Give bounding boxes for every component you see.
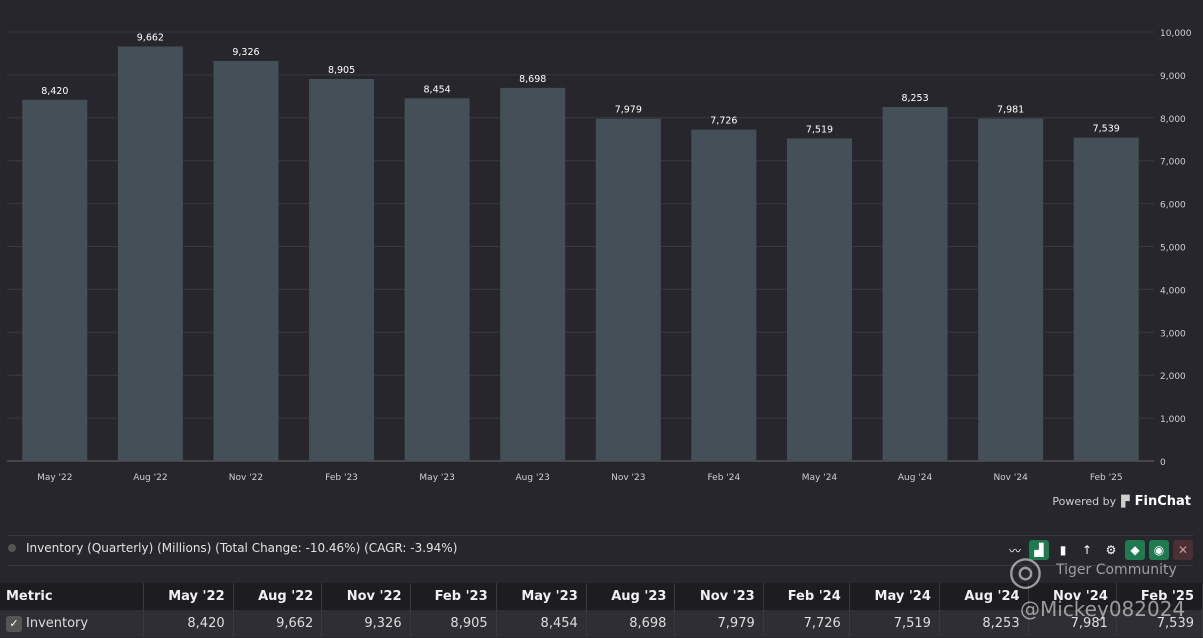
data-table: Metric May '22 Aug '22 Nov '22 Feb '23 May '… — [0, 583, 1203, 637]
column-header-metric: Metric — [0, 583, 144, 610]
bar — [691, 129, 757, 461]
bar-value-label: 8,698 — [519, 74, 546, 85]
x-tick-label: Nov '22 — [229, 473, 263, 483]
legend-label: Inventory (Quarterly) (Millions) (Total … — [26, 541, 458, 555]
table-cell: 7,519 — [849, 610, 940, 637]
close-icon[interactable]: ✕ — [1173, 540, 1193, 560]
x-tick-label: Aug '22 — [133, 473, 167, 483]
table-cell: 9,326 — [321, 610, 411, 637]
bar-value-label: 8,905 — [328, 65, 355, 76]
column-header[interactable]: Feb '24 — [763, 583, 850, 610]
y-tick-label: 10,000 — [1160, 29, 1192, 39]
table-cell: 8,698 — [586, 610, 676, 637]
column-header[interactable]: Aug '22 — [233, 583, 323, 610]
bar-value-label: 7,726 — [710, 116, 737, 127]
bar-value-label: 8,420 — [41, 86, 68, 97]
bar — [1073, 137, 1139, 461]
table-row: ✓ Inventory 8,420 9,662 9,326 8,905 8,454 8,69… — [0, 610, 1203, 637]
bar — [309, 78, 375, 462]
table-cell: 7,726 — [763, 610, 850, 637]
tag-icon[interactable]: ◆ — [1125, 540, 1145, 560]
bar — [500, 87, 566, 461]
bar-value-label: 7,519 — [806, 124, 833, 135]
divider — [8, 565, 1193, 566]
x-tick-label: Feb '23 — [325, 473, 358, 483]
bar — [117, 46, 183, 462]
x-tick-label: May '22 — [37, 473, 72, 483]
x-tick-label: Feb '24 — [708, 473, 741, 483]
powered-by-text: Powered by — [1052, 495, 1117, 508]
table-cell: 8,420 — [143, 610, 234, 637]
y-tick-label: 6,000 — [1160, 201, 1186, 211]
bar — [786, 138, 852, 461]
bar-value-label: 7,979 — [615, 105, 642, 116]
finchat-logo-icon: ▛ — [1121, 495, 1130, 508]
table-cell: 7,539 — [1116, 610, 1203, 637]
table-cell: 7,979 — [674, 610, 764, 637]
bar-value-label: 7,981 — [997, 105, 1024, 116]
bar-value-label: 9,326 — [232, 47, 259, 58]
bar — [22, 99, 88, 462]
y-tick-label: 1,000 — [1160, 415, 1186, 425]
bar-value-label: 8,454 — [424, 84, 451, 95]
y-tick-label: 7,000 — [1160, 158, 1186, 168]
y-tick-label: 2,000 — [1160, 372, 1186, 382]
y-tick-label: 4,000 — [1160, 286, 1186, 296]
powered-by[interactable]: Powered by ▛ FinChat — [1052, 494, 1191, 509]
bar — [978, 118, 1044, 461]
column-header[interactable]: May '23 — [496, 583, 587, 610]
table-cell: 9,662 — [233, 610, 323, 637]
column-header[interactable]: Nov '23 — [674, 583, 764, 610]
x-tick-label: Nov '24 — [993, 473, 1028, 483]
column-header[interactable]: Nov '22 — [321, 583, 411, 610]
line-chart-icon[interactable]: 〰 — [1005, 540, 1025, 560]
y-tick-label: 9,000 — [1160, 72, 1186, 82]
gear-icon[interactable]: ⚙ — [1101, 540, 1121, 560]
bar-chart-icon[interactable]: ▟ — [1029, 540, 1049, 560]
x-tick-label: Nov '23 — [611, 473, 645, 483]
y-tick-label: 5,000 — [1160, 244, 1186, 254]
column-header[interactable]: Feb '25 — [1116, 583, 1203, 610]
table-cell: 8,454 — [496, 610, 587, 637]
bar — [595, 118, 661, 461]
stacked-bar-icon[interactable]: ▮ — [1053, 540, 1073, 560]
y-tick-label: 0 — [1160, 458, 1166, 468]
brand-name: FinChat — [1134, 494, 1191, 509]
x-tick-label: May '24 — [802, 473, 838, 483]
table-cell: 8,905 — [410, 610, 497, 637]
sort-icon[interactable]: ↑ — [1077, 540, 1097, 560]
table-cell: 7,981 — [1028, 610, 1117, 637]
eye-icon[interactable]: ◉ — [1149, 540, 1169, 560]
y-tick-label: 8,000 — [1160, 115, 1186, 125]
table-cell: 8,253 — [939, 610, 1029, 637]
column-header[interactable]: Feb '23 — [410, 583, 497, 610]
legend-item[interactable]: Inventory (Quarterly) (Millions) (Total … — [8, 541, 457, 555]
x-tick-label: Aug '24 — [898, 473, 933, 483]
legend-dot-icon — [8, 544, 16, 552]
row-label: ✓ Inventory — [0, 610, 144, 637]
bar — [404, 98, 470, 462]
column-header[interactable]: Aug '24 — [939, 583, 1029, 610]
x-tick-label: May '23 — [419, 473, 454, 483]
column-header[interactable]: Aug '23 — [586, 583, 676, 610]
bar — [882, 106, 948, 462]
chart-toolbar: 〰 ▟ ▮ ↑ ⚙ ◆ ◉ ✕ — [1005, 540, 1193, 560]
column-header[interactable]: May '24 — [849, 583, 940, 610]
bar-chart: 0 1,000 2,000 3,000 4,000 5,000 6,000 7,000 8,00… — [7, 29, 1192, 483]
x-tick-label: Aug '23 — [516, 473, 550, 483]
table-header-row: Metric May '22 Aug '22 Nov '22 Feb '23 May '… — [0, 583, 1203, 610]
metric-name: Inventory — [26, 615, 89, 631]
divider — [8, 535, 1193, 536]
bar — [213, 60, 279, 461]
y-tick-label: 3,000 — [1160, 329, 1186, 339]
column-header[interactable]: May '22 — [143, 583, 234, 610]
bar-value-label: 9,662 — [137, 33, 164, 44]
bar-value-label: 7,539 — [1093, 124, 1120, 135]
column-header[interactable]: Nov '24 — [1028, 583, 1117, 610]
bar-value-label: 8,253 — [901, 93, 928, 104]
x-tick-label: Feb '25 — [1090, 473, 1123, 483]
checkbox[interactable]: ✓ — [6, 615, 22, 632]
